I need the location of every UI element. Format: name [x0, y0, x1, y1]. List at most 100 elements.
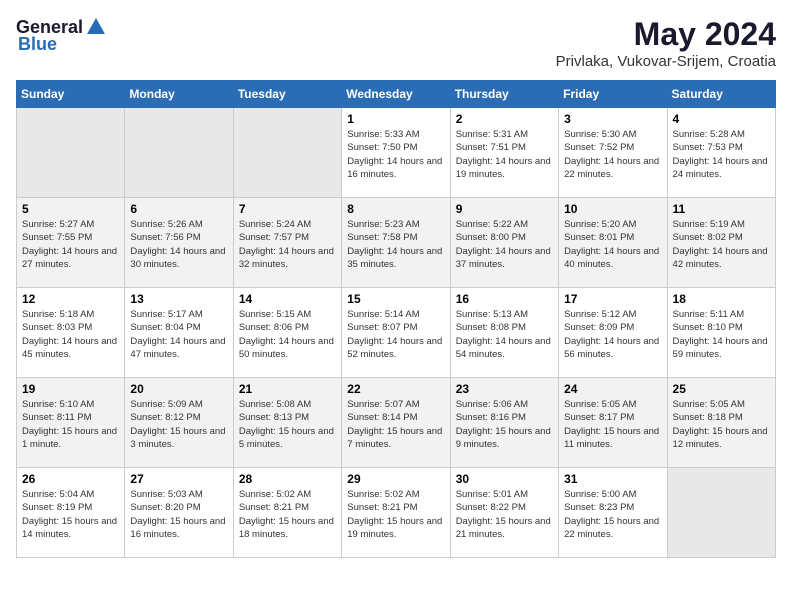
weekday-header-row: SundayMondayTuesdayWednesdayThursdayFrid…	[17, 81, 776, 108]
day-number: 12	[22, 292, 119, 306]
day-info: Sunrise: 5:28 AM Sunset: 7:53 PM Dayligh…	[673, 128, 770, 181]
day-info: Sunrise: 5:33 AM Sunset: 7:50 PM Dayligh…	[347, 128, 444, 181]
day-number: 16	[456, 292, 553, 306]
day-number: 8	[347, 202, 444, 216]
calendar-cell: 1 Sunrise: 5:33 AM Sunset: 7:50 PM Daylig…	[342, 108, 450, 198]
day-info: Sunrise: 5:03 AM Sunset: 8:20 PM Dayligh…	[130, 488, 227, 541]
calendar-cell: 20 Sunrise: 5:09 AM Sunset: 8:12 PM Dayli…	[125, 378, 233, 468]
day-info: Sunrise: 5:11 AM Sunset: 8:10 PM Dayligh…	[673, 308, 770, 361]
day-info: Sunrise: 5:18 AM Sunset: 8:03 PM Dayligh…	[22, 308, 119, 361]
calendar-cell: 11 Sunrise: 5:19 AM Sunset: 8:02 PM Dayli…	[667, 198, 775, 288]
day-info: Sunrise: 5:17 AM Sunset: 8:04 PM Dayligh…	[130, 308, 227, 361]
day-info: Sunrise: 5:05 AM Sunset: 8:17 PM Dayligh…	[564, 398, 661, 451]
calendar-cell: 10Sunrise: 5:20 AM Sunset: 8:01 PM Dayli…	[559, 198, 667, 288]
day-number: 24	[564, 382, 661, 396]
day-info: Sunrise: 5:22 AM Sunset: 8:00 PM Dayligh…	[456, 218, 553, 271]
day-number: 25	[673, 382, 770, 396]
day-info: Sunrise: 5:31 AM Sunset: 7:51 PM Dayligh…	[456, 128, 553, 181]
weekday-header: Tuesday	[233, 81, 341, 108]
day-info: Sunrise: 5:23 AM Sunset: 7:58 PM Dayligh…	[347, 218, 444, 271]
calendar-cell: 12 Sunrise: 5:18 AM Sunset: 8:03 PM Dayli…	[17, 288, 125, 378]
title-block: May 2024 Privlaka, Vukovar-Srijem, Croat…	[556, 16, 776, 70]
day-number: 22	[347, 382, 444, 396]
day-number: 18	[673, 292, 770, 306]
day-number: 1	[347, 112, 444, 126]
weekday-header: Friday	[559, 81, 667, 108]
calendar-cell	[667, 468, 775, 558]
day-number: 20	[130, 382, 227, 396]
day-number: 2	[456, 112, 553, 126]
calendar-cell: 3Sunrise: 5:30 AM Sunset: 7:52 PM Daylig…	[559, 108, 667, 198]
calendar-cell: 19 Sunrise: 5:10 AM Sunset: 8:11 PM Dayli…	[17, 378, 125, 468]
calendar-cell: 4 Sunrise: 5:28 AM Sunset: 7:53 PM Daylig…	[667, 108, 775, 198]
day-info: Sunrise: 5:14 AM Sunset: 8:07 PM Dayligh…	[347, 308, 444, 361]
weekday-header: Wednesday	[342, 81, 450, 108]
calendar-cell: 23 Sunrise: 5:06 AM Sunset: 8:16 PM Dayli…	[450, 378, 558, 468]
calendar-cell: 2 Sunrise: 5:31 AM Sunset: 7:51 PM Daylig…	[450, 108, 558, 198]
calendar-cell: 13 Sunrise: 5:17 AM Sunset: 8:04 PM Dayli…	[125, 288, 233, 378]
calendar-cell: 15 Sunrise: 5:14 AM Sunset: 8:07 PM Dayli…	[342, 288, 450, 378]
calendar-cell: 17Sunrise: 5:12 AM Sunset: 8:09 PM Dayli…	[559, 288, 667, 378]
day-number: 17	[564, 292, 661, 306]
day-info: Sunrise: 5:09 AM Sunset: 8:12 PM Dayligh…	[130, 398, 227, 451]
logo-blue-text: Blue	[18, 34, 57, 55]
day-info: Sunrise: 5:08 AM Sunset: 8:13 PM Dayligh…	[239, 398, 336, 451]
calendar-cell: 30 Sunrise: 5:01 AM Sunset: 8:22 PM Dayli…	[450, 468, 558, 558]
day-info: Sunrise: 5:01 AM Sunset: 8:22 PM Dayligh…	[456, 488, 553, 541]
day-info: Sunrise: 5:24 AM Sunset: 7:57 PM Dayligh…	[239, 218, 336, 271]
day-info: Sunrise: 5:04 AM Sunset: 8:19 PM Dayligh…	[22, 488, 119, 541]
day-number: 14	[239, 292, 336, 306]
day-number: 11	[673, 202, 770, 216]
day-info: Sunrise: 5:00 AM Sunset: 8:23 PM Dayligh…	[564, 488, 661, 541]
weekday-header: Monday	[125, 81, 233, 108]
calendar-cell	[125, 108, 233, 198]
day-number: 23	[456, 382, 553, 396]
calendar-week-row: 19 Sunrise: 5:10 AM Sunset: 8:11 PM Dayli…	[17, 378, 776, 468]
month-title: May 2024	[556, 16, 776, 53]
day-number: 31	[564, 472, 661, 486]
day-number: 13	[130, 292, 227, 306]
calendar-table: SundayMondayTuesdayWednesdayThursdayFrid…	[16, 80, 776, 558]
calendar-cell: 14 Sunrise: 5:15 AM Sunset: 8:06 PM Dayli…	[233, 288, 341, 378]
day-info: Sunrise: 5:30 AM Sunset: 7:52 PM Dayligh…	[564, 128, 661, 181]
calendar-cell: 5Sunrise: 5:27 AM Sunset: 7:55 PM Daylig…	[17, 198, 125, 288]
logo: General Blue	[16, 16, 107, 55]
calendar-week-row: 5Sunrise: 5:27 AM Sunset: 7:55 PM Daylig…	[17, 198, 776, 288]
calendar-cell: 31 Sunrise: 5:00 AM Sunset: 8:23 PM Dayli…	[559, 468, 667, 558]
day-number: 7	[239, 202, 336, 216]
calendar-cell: 26Sunrise: 5:04 AM Sunset: 8:19 PM Dayli…	[17, 468, 125, 558]
page-header: General Blue May 2024 Privlaka, Vukovar-…	[16, 16, 776, 70]
weekday-header: Thursday	[450, 81, 558, 108]
calendar-cell: 8 Sunrise: 5:23 AM Sunset: 7:58 PM Daylig…	[342, 198, 450, 288]
day-number: 4	[673, 112, 770, 126]
calendar-cell: 29 Sunrise: 5:02 AM Sunset: 8:21 PM Dayli…	[342, 468, 450, 558]
calendar-cell: 21 Sunrise: 5:08 AM Sunset: 8:13 PM Dayli…	[233, 378, 341, 468]
day-info: Sunrise: 5:20 AM Sunset: 8:01 PM Dayligh…	[564, 218, 661, 271]
day-info: Sunrise: 5:06 AM Sunset: 8:16 PM Dayligh…	[456, 398, 553, 451]
calendar-cell	[233, 108, 341, 198]
calendar-cell	[17, 108, 125, 198]
day-number: 30	[456, 472, 553, 486]
day-number: 29	[347, 472, 444, 486]
calendar-week-row: 12 Sunrise: 5:18 AM Sunset: 8:03 PM Dayli…	[17, 288, 776, 378]
day-number: 28	[239, 472, 336, 486]
logo-icon	[85, 16, 107, 38]
calendar-week-row: 1 Sunrise: 5:33 AM Sunset: 7:50 PM Daylig…	[17, 108, 776, 198]
day-info: Sunrise: 5:19 AM Sunset: 8:02 PM Dayligh…	[673, 218, 770, 271]
calendar-cell: 25 Sunrise: 5:05 AM Sunset: 8:18 PM Dayli…	[667, 378, 775, 468]
day-number: 19	[22, 382, 119, 396]
day-info: Sunrise: 5:02 AM Sunset: 8:21 PM Dayligh…	[347, 488, 444, 541]
calendar-cell: 18 Sunrise: 5:11 AM Sunset: 8:10 PM Dayli…	[667, 288, 775, 378]
calendar-cell: 7 Sunrise: 5:24 AM Sunset: 7:57 PM Daylig…	[233, 198, 341, 288]
day-info: Sunrise: 5:10 AM Sunset: 8:11 PM Dayligh…	[22, 398, 119, 451]
weekday-header: Sunday	[17, 81, 125, 108]
day-info: Sunrise: 5:05 AM Sunset: 8:18 PM Dayligh…	[673, 398, 770, 451]
day-info: Sunrise: 5:02 AM Sunset: 8:21 PM Dayligh…	[239, 488, 336, 541]
day-info: Sunrise: 5:15 AM Sunset: 8:06 PM Dayligh…	[239, 308, 336, 361]
day-number: 15	[347, 292, 444, 306]
day-number: 21	[239, 382, 336, 396]
calendar-cell: 22Sunrise: 5:07 AM Sunset: 8:14 PM Dayli…	[342, 378, 450, 468]
day-info: Sunrise: 5:26 AM Sunset: 7:56 PM Dayligh…	[130, 218, 227, 271]
day-info: Sunrise: 5:27 AM Sunset: 7:55 PM Dayligh…	[22, 218, 119, 271]
calendar-cell: 24 Sunrise: 5:05 AM Sunset: 8:17 PM Dayli…	[559, 378, 667, 468]
